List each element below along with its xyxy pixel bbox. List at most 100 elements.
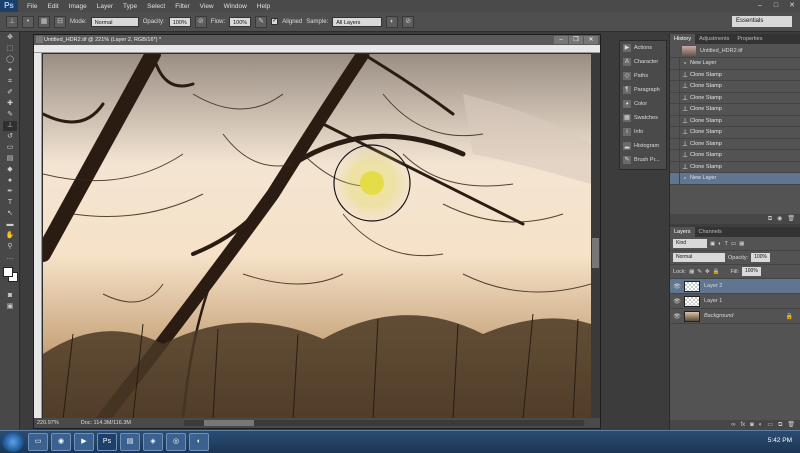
- app4-taskbar-icon[interactable]: ◐: [189, 433, 209, 451]
- app2-taskbar-icon[interactable]: ◈: [143, 433, 163, 451]
- visibility-eye-icon[interactable]: 👁: [670, 298, 684, 305]
- history-brush-tool-icon[interactable]: ↺: [3, 132, 17, 142]
- tab-history[interactable]: History: [670, 34, 696, 44]
- menu-window[interactable]: Window: [219, 3, 252, 10]
- layer-filter-select[interactable]: Kind: [673, 239, 707, 248]
- history-item[interactable]: ⊥ Clone Stamp: [670, 69, 800, 81]
- zoom-level[interactable]: 220.97%: [37, 418, 59, 428]
- swatches-panel-button[interactable]: ▦ Swatches: [620, 111, 666, 125]
- actions-panel-button[interactable]: ▶ Actions: [620, 41, 666, 55]
- history-item-current[interactable]: ▫ New Layer: [670, 172, 800, 185]
- color-swatches[interactable]: [2, 266, 18, 288]
- quick-select-tool-icon[interactable]: ✦: [3, 66, 17, 76]
- dodge-tool-icon[interactable]: ●: [3, 176, 17, 186]
- character-panel-button[interactable]: A Character: [620, 55, 666, 69]
- doc-close-icon[interactable]: ✕: [584, 36, 598, 44]
- chrome-taskbar-icon[interactable]: ◉: [51, 433, 71, 451]
- history-item[interactable]: ▫ New Layer: [670, 57, 800, 70]
- tab-properties[interactable]: Properties: [733, 34, 766, 44]
- system-clock[interactable]: 5:42 PM: [768, 437, 792, 444]
- vertical-scrollbar[interactable]: [591, 53, 600, 419]
- edit-toolbar-icon[interactable]: …: [3, 253, 17, 263]
- mode-select[interactable]: Normal: [90, 16, 139, 27]
- pressure-opacity-icon[interactable]: ⊘: [194, 15, 207, 28]
- clone-stamp-tool-icon[interactable]: ⊥: [3, 121, 17, 131]
- history-item[interactable]: ⊥ Clone Stamp: [670, 103, 800, 116]
- brush-tool-icon[interactable]: ✎: [3, 110, 17, 120]
- crop-tool-icon[interactable]: ⌗: [3, 77, 17, 87]
- filter-shape-icon[interactable]: ▭: [731, 241, 736, 247]
- history-item[interactable]: ⊥ Clone Stamp: [670, 161, 800, 173]
- tab-channels[interactable]: Channels: [695, 227, 726, 237]
- healing-brush-tool-icon[interactable]: ✚: [3, 99, 17, 109]
- lock-position-icon[interactable]: ✥: [705, 269, 710, 275]
- menu-image[interactable]: Image: [64, 3, 92, 10]
- menu-filter[interactable]: Filter: [170, 3, 194, 10]
- start-button[interactable]: [2, 432, 24, 452]
- info-panel-button[interactable]: i Info: [620, 125, 666, 139]
- blur-tool-icon[interactable]: ◆: [3, 165, 17, 175]
- filter-smart-icon[interactable]: ▦: [739, 241, 744, 247]
- history-item[interactable]: ⊥ Clone Stamp: [670, 126, 800, 139]
- new-layer-icon[interactable]: ⧉: [778, 420, 782, 430]
- tab-layers[interactable]: Layers: [670, 227, 695, 237]
- vertical-ruler[interactable]: [34, 53, 42, 419]
- paths-panel-button[interactable]: ◇ Paths: [620, 69, 666, 83]
- foreground-color-swatch[interactable]: [3, 267, 13, 277]
- menu-help[interactable]: Help: [252, 3, 275, 10]
- layer-style-icon[interactable]: fx: [740, 420, 745, 430]
- ignore-adjustment-icon[interactable]: ◐: [386, 15, 399, 28]
- layer-row-layer-1[interactable]: 👁 Layer 1: [670, 294, 800, 309]
- clone-source-icon[interactable]: ⊟: [54, 15, 66, 28]
- quick-mask-icon[interactable]: ◙: [3, 291, 17, 301]
- marquee-tool-icon[interactable]: ⬚: [3, 44, 17, 54]
- new-group-icon[interactable]: ▭: [767, 420, 773, 430]
- explorer-taskbar-icon[interactable]: ▭: [28, 433, 48, 451]
- histogram-panel-button[interactable]: ▂ Histogram: [620, 139, 666, 153]
- brush-presets-panel-button[interactable]: ✎ Brush Pr...: [620, 153, 666, 167]
- horizontal-ruler[interactable]: [34, 45, 600, 53]
- media-taskbar-icon[interactable]: ▶: [74, 433, 94, 451]
- opacity-input[interactable]: 100%: [168, 16, 191, 27]
- sample-select[interactable]: All Layers: [332, 16, 383, 27]
- screen-mode-icon[interactable]: ▣: [3, 302, 17, 312]
- airbrush-icon[interactable]: ✎: [255, 15, 268, 28]
- shape-tool-icon[interactable]: ▬: [3, 220, 17, 230]
- lock-pixels-icon[interactable]: ✎: [697, 269, 702, 275]
- maximize-icon[interactable]: □: [768, 0, 784, 12]
- history-item[interactable]: ⊥ Clone Stamp: [670, 149, 800, 162]
- document-tab[interactable]: Untitled_HDR2.tif @ 221% (Layer 2, RGB/1…: [34, 35, 600, 45]
- lasso-tool-icon[interactable]: ◯: [3, 55, 17, 65]
- lock-transparent-icon[interactable]: ▦: [689, 269, 694, 275]
- new-document-icon[interactable]: ⧉: [768, 214, 772, 224]
- workspace-select[interactable]: Essentials: [732, 16, 792, 27]
- doc-minimize-icon[interactable]: –: [554, 36, 568, 44]
- tab-adjustments[interactable]: Adjustments: [695, 34, 733, 44]
- color-panel-button[interactable]: ◕ Color: [620, 97, 666, 111]
- photoshop-taskbar-icon[interactable]: Ps: [97, 433, 117, 451]
- layer-row-layer-2[interactable]: 👁 Layer 2: [670, 279, 800, 294]
- type-tool-icon[interactable]: T: [3, 198, 17, 208]
- layer-opacity-input[interactable]: 100%: [751, 253, 770, 262]
- brush-preset-icon[interactable]: •: [22, 15, 34, 28]
- camera-icon[interactable]: ◉: [777, 214, 782, 224]
- doc-restore-icon[interactable]: ❐: [569, 36, 583, 44]
- history-item[interactable]: ⊥ Clone Stamp: [670, 80, 800, 93]
- layer-mask-icon[interactable]: ◙: [750, 420, 754, 430]
- doc-size[interactable]: Doc: 114.3M/116.3M: [81, 418, 131, 428]
- pen-tool-icon[interactable]: ✒: [3, 187, 17, 197]
- aligned-checkbox[interactable]: ✓: [271, 18, 279, 25]
- trash-icon[interactable]: 🗑: [787, 214, 795, 224]
- menu-edit[interactable]: Edit: [42, 3, 63, 10]
- tab-close-icon[interactable]: [36, 36, 43, 43]
- eraser-tool-icon[interactable]: ▭: [3, 143, 17, 153]
- brush-panel-icon[interactable]: ▦: [38, 15, 50, 28]
- filter-type-icon[interactable]: T: [725, 241, 728, 247]
- menu-view[interactable]: View: [195, 3, 219, 10]
- filter-adjustment-icon[interactable]: ◐: [718, 241, 721, 247]
- gradient-tool-icon[interactable]: ▤: [3, 154, 17, 164]
- blend-mode-select[interactable]: Normal: [673, 253, 725, 262]
- filter-pixel-icon[interactable]: ▣: [710, 241, 715, 247]
- move-tool-icon[interactable]: ✥: [3, 33, 17, 43]
- lock-all-icon[interactable]: 🔒: [713, 269, 720, 275]
